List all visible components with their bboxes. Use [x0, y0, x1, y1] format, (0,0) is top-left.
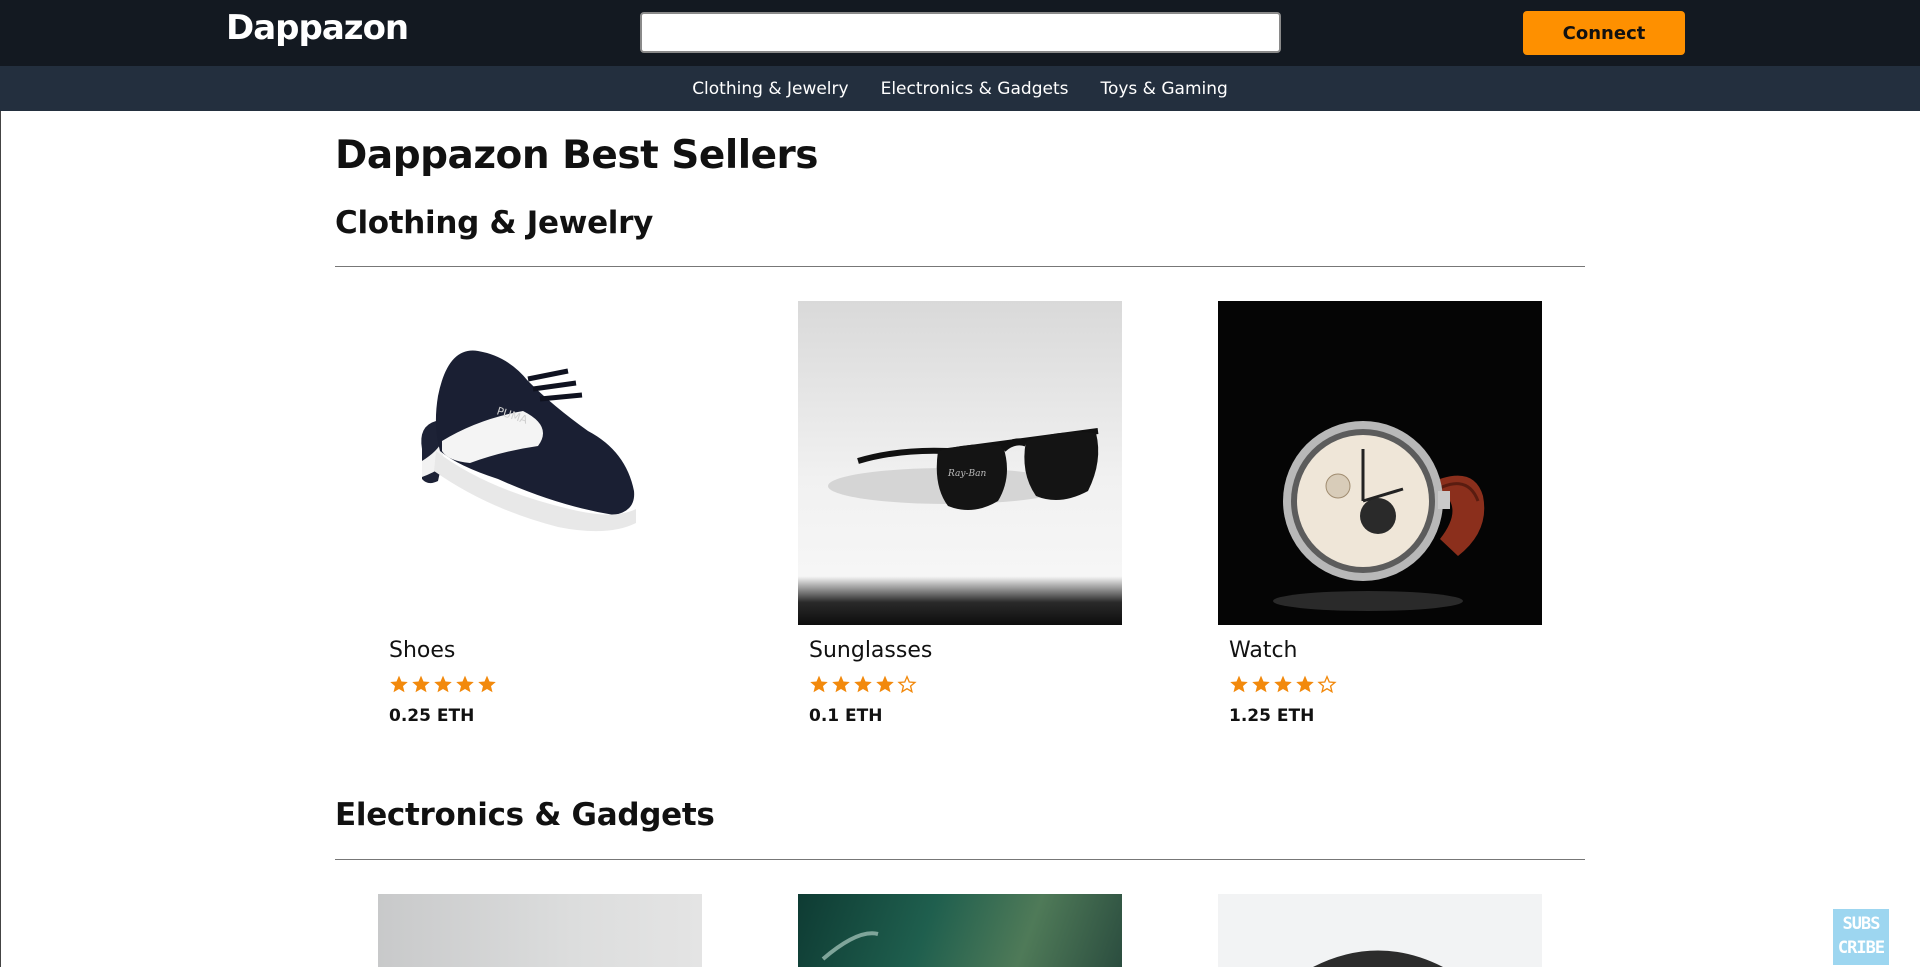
product-price: 1.25 ETH — [1229, 706, 1315, 726]
page-left-border — [0, 111, 1, 967]
star-filled-icon — [876, 675, 894, 693]
section-title-electronics-gadgets: Electronics & Gadgets — [335, 797, 715, 833]
star-filled-icon — [478, 675, 496, 693]
product-image-partial[interactable] — [1218, 894, 1542, 967]
product-price: 0.25 ETH — [389, 706, 475, 726]
star-filled-icon — [1296, 675, 1314, 693]
star-filled-icon — [1274, 675, 1292, 693]
product-image-sunglasses[interactable]: Ray-Ban — [798, 301, 1122, 625]
star-filled-icon — [810, 675, 828, 693]
star-filled-icon — [832, 675, 850, 693]
product-image-partial[interactable] — [378, 894, 702, 967]
subscribe-watermark[interactable]: SUBS CRIBE — [1833, 909, 1889, 965]
rating-stars — [389, 674, 497, 694]
product-name[interactable]: Watch — [1229, 638, 1298, 663]
product-name[interactable]: Shoes — [389, 638, 455, 663]
star-filled-icon — [1230, 675, 1248, 693]
star-filled-icon — [854, 675, 872, 693]
rating-stars — [809, 674, 917, 694]
product-name[interactable]: Sunglasses — [809, 638, 932, 663]
star-outline-icon — [1317, 674, 1337, 694]
product-image-partial[interactable] — [798, 894, 1122, 967]
page-title: Dappazon Best Sellers — [335, 133, 818, 178]
section-divider — [335, 859, 1585, 860]
star-filled-icon — [456, 675, 474, 693]
category-nav: Clothing & Jewelry Electronics & Gadgets… — [0, 66, 1920, 111]
product-image-watch[interactable] — [1218, 301, 1542, 625]
star-filled-icon — [1252, 675, 1270, 693]
star-outline-icon — [897, 674, 917, 694]
star-filled-icon — [390, 675, 408, 693]
nav-electronics-gadgets[interactable]: Electronics & Gadgets — [881, 79, 1069, 99]
connect-button[interactable]: Connect — [1523, 11, 1685, 55]
svg-text:Ray-Ban: Ray-Ban — [947, 469, 986, 479]
section-divider — [335, 266, 1585, 267]
star-filled-icon — [434, 675, 452, 693]
star-filled-icon — [412, 675, 430, 693]
section-title-clothing-jewelry: Clothing & Jewelry — [335, 205, 654, 241]
nav-toys-gaming[interactable]: Toys & Gaming — [1100, 79, 1227, 99]
rating-stars — [1229, 674, 1337, 694]
search-input[interactable] — [640, 12, 1281, 53]
product-image-shoes[interactable]: PUMA — [378, 301, 702, 625]
dappazon-logo[interactable]: Dappazon — [226, 8, 409, 48]
nav-clothing-jewelry[interactable]: Clothing & Jewelry — [692, 79, 848, 99]
product-price: 0.1 ETH — [809, 706, 883, 726]
top-header-bar: Dappazon Connect — [0, 0, 1920, 66]
